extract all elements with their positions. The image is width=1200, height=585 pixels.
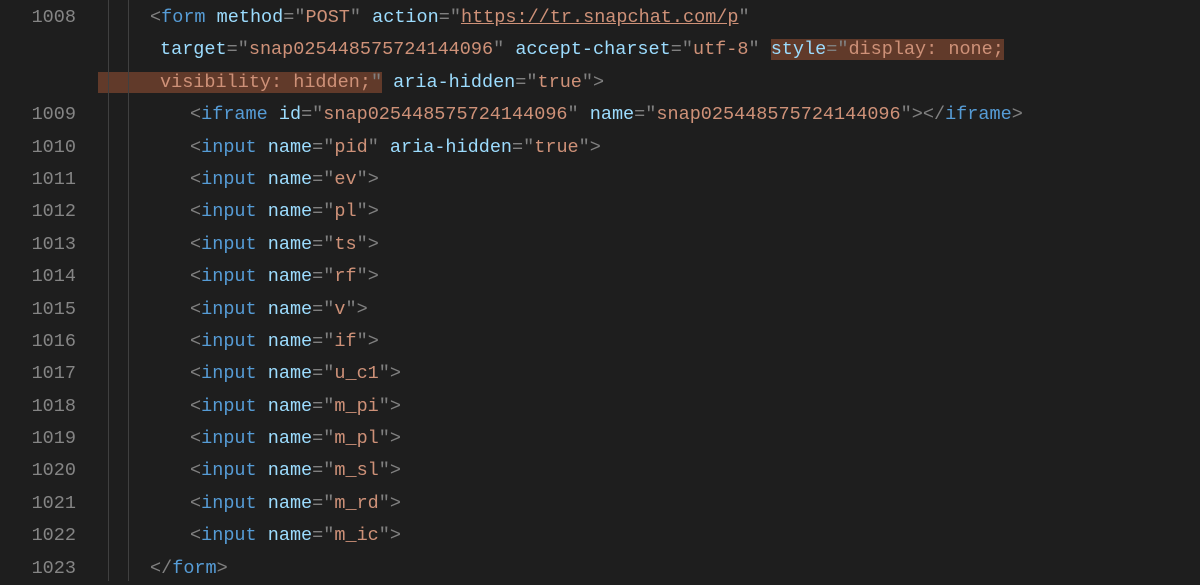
code-line[interactable]: <input name="u_c1"> (98, 358, 1200, 390)
code-line[interactable]: visibility: hidden;" aria-hidden="true"> (98, 67, 1200, 99)
code-line[interactable]: <input name="m_ic"> (98, 520, 1200, 552)
line-number: 1017 (0, 358, 76, 390)
code-line[interactable]: </form> (98, 553, 1200, 585)
line-number: 1014 (0, 261, 76, 293)
line-number: 1018 (0, 391, 76, 423)
code-line[interactable]: <input name="rf"> (98, 261, 1200, 293)
code-line[interactable]: <input name="pl"> (98, 196, 1200, 228)
code-line[interactable]: <input name="pid" aria-hidden="true"> (98, 132, 1200, 164)
line-number: 1013 (0, 229, 76, 261)
line-number: 1011 (0, 164, 76, 196)
line-number: 1009 (0, 99, 76, 131)
line-number (0, 34, 76, 66)
line-number: 1015 (0, 294, 76, 326)
code-line[interactable]: <input name="v"> (98, 294, 1200, 326)
line-number: 1012 (0, 196, 76, 228)
code-line[interactable]: <input name="m_pi"> (98, 391, 1200, 423)
code-editor[interactable]: 1008 1009 1010 1011 1012 1013 1014 1015 … (0, 0, 1200, 581)
code-area[interactable]: <form method="POST" action="https://tr.s… (98, 0, 1200, 581)
code-line[interactable]: <input name="ev"> (98, 164, 1200, 196)
line-number: 1019 (0, 423, 76, 455)
line-number (0, 67, 76, 99)
code-line[interactable]: <input name="ts"> (98, 229, 1200, 261)
line-number: 1023 (0, 553, 76, 585)
code-line[interactable]: target="snap025448575724144096" accept-c… (98, 34, 1200, 66)
code-line[interactable]: <form method="POST" action="https://tr.s… (98, 2, 1200, 34)
line-number: 1021 (0, 488, 76, 520)
code-line[interactable]: <iframe id="snap025448575724144096" name… (98, 99, 1200, 131)
line-number: 1020 (0, 455, 76, 487)
line-number-gutter: 1008 1009 1010 1011 1012 1013 1014 1015 … (0, 0, 98, 581)
line-number: 1022 (0, 520, 76, 552)
code-line[interactable]: <input name="m_sl"> (98, 455, 1200, 487)
line-number: 1016 (0, 326, 76, 358)
code-line[interactable]: <input name="m_pl"> (98, 423, 1200, 455)
line-number: 1008 (0, 2, 76, 34)
code-line[interactable]: <input name="if"> (98, 326, 1200, 358)
code-line[interactable]: <input name="m_rd"> (98, 488, 1200, 520)
line-number: 1010 (0, 132, 76, 164)
